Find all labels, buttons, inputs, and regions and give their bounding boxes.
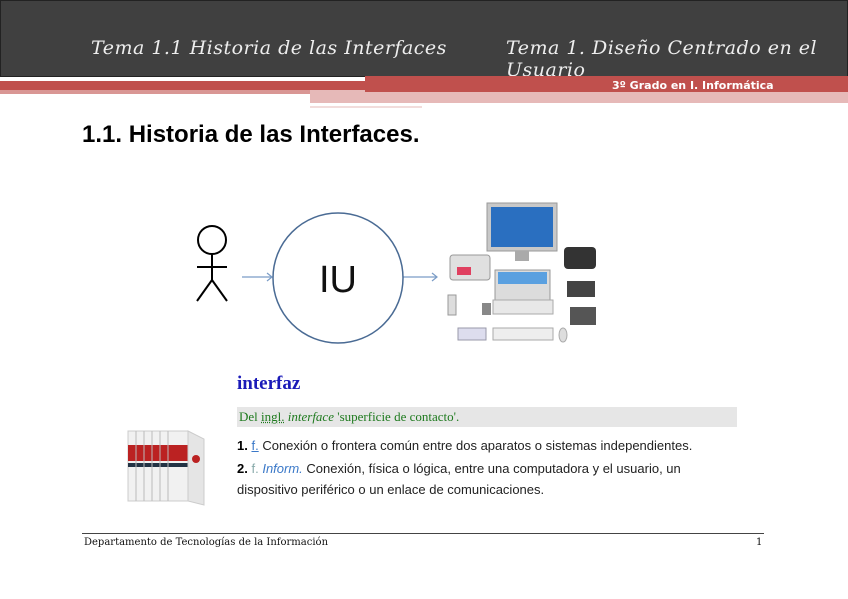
def-text: Conexión, física o lógica, entre una com… [237, 461, 681, 497]
header-subtitle: 3º Grado en I. Informática [612, 79, 774, 92]
def-gram: f. [251, 461, 259, 476]
ety-gloss: 'superficie de contacto'. [337, 409, 460, 424]
footer-department: Departamento de Tecnologías de la Inform… [84, 537, 329, 548]
def-text: Conexión o frontera común entre dos apar… [262, 438, 693, 453]
etymology: Del ingl. interface 'superficie de conta… [237, 407, 737, 427]
decor-band [310, 106, 422, 108]
definition-2: 2. f. Inform. Conexión, física o lógica,… [237, 458, 737, 500]
ety-term: interface [287, 409, 334, 424]
definition-1: 1. f. Conexión o frontera común entre do… [237, 435, 737, 456]
header-right-title: Tema 1. Diseño Centrado en el Usuario [506, 37, 818, 81]
iu-label: IU [319, 259, 357, 301]
def-gram-link[interactable]: f. [251, 438, 258, 453]
def-number: 1. [237, 438, 248, 453]
entry-word: interfaz [237, 373, 301, 394]
header-left-title: Tema 1.1 Historia de las Interfaces [91, 37, 447, 59]
decor-band [0, 90, 310, 94]
user-stick-figure-icon [196, 225, 228, 302]
page-number: 1 [756, 537, 763, 548]
def-domain: Inform. [262, 461, 303, 476]
interface-diagram: IU [196, 202, 596, 344]
computer-devices-illustration [447, 202, 596, 343]
footer-divider [82, 533, 764, 534]
encyclopedia-books-image [127, 430, 205, 506]
dictionary-entry: interfaz Del ingl. interface 'superficie… [237, 373, 737, 500]
ety-lang-link[interactable]: ingl. [261, 409, 284, 424]
decor-band [365, 76, 848, 92]
page-title: 1.1. Historia de las Interfaces. [82, 121, 420, 148]
ety-prefix: Del [239, 409, 258, 424]
def-number: 2. [237, 461, 248, 476]
header-bar: Tema 1.1 Historia de las Interfaces Tema… [0, 0, 848, 81]
